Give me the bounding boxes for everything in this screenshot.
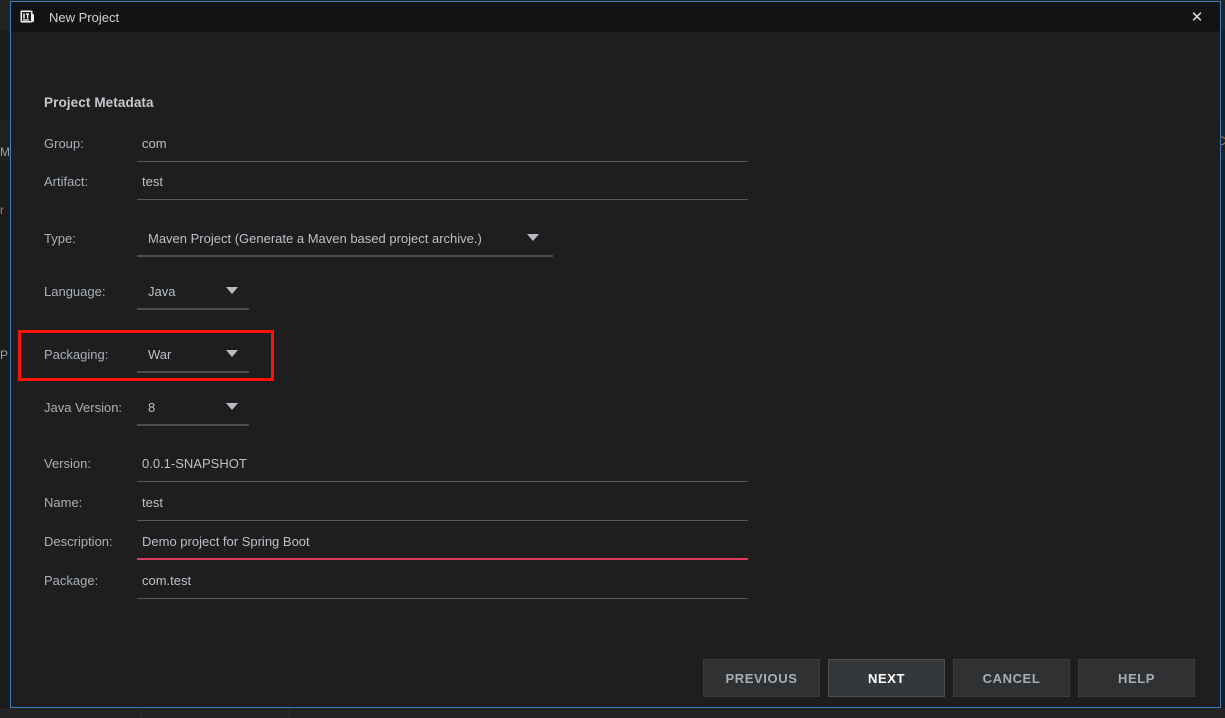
description-underline [137, 558, 748, 560]
next-button[interactable]: NEXT [828, 659, 945, 697]
group-row: Group: com [11, 127, 1220, 165]
packaging-select[interactable]: War [148, 347, 171, 362]
java-version-label: Java Version: [44, 400, 123, 415]
version-underline [137, 481, 748, 482]
dialog-button-bar: PREVIOUS NEXT CANCEL HELP [11, 659, 1220, 697]
type-row: Type: Maven Project (Generate a Maven bas… [11, 222, 1220, 260]
page-title: Project Metadata [44, 95, 154, 110]
package-row: Package: com.test [11, 564, 1220, 602]
packaging-row: Packaging: War [11, 338, 1220, 376]
artifact-input[interactable]: test [142, 174, 163, 189]
background-status-divider-1 [141, 708, 142, 718]
new-project-dialog: New Project ✕ Project Metadata Group: com… [10, 1, 1221, 708]
artifact-row: Artifact: test [11, 165, 1220, 203]
description-input[interactable]: Demo project for Spring Boot [142, 534, 310, 549]
name-row: Name: test [11, 486, 1220, 524]
package-underline [137, 598, 748, 599]
background-text-fragment: P [0, 348, 9, 362]
group-underline [137, 161, 748, 162]
dialog-titlebar: New Project ✕ [11, 2, 1220, 32]
packaging-underline [137, 371, 249, 373]
language-underline [137, 308, 249, 310]
package-label: Package: [44, 573, 99, 588]
version-row: Version: 0.0.1-SNAPSHOT [11, 447, 1220, 485]
artifact-label: Artifact: [44, 174, 89, 189]
group-input[interactable]: com [142, 136, 167, 151]
chevron-down-icon[interactable] [527, 234, 539, 241]
package-input[interactable]: com.test [142, 573, 191, 588]
java-version-underline [137, 424, 249, 426]
close-icon[interactable]: ✕ [1174, 2, 1220, 32]
group-label: Group: [44, 136, 84, 151]
cancel-button[interactable]: CANCEL [953, 659, 1070, 697]
background-status-bar [0, 708, 1225, 718]
dialog-title: New Project [49, 9, 120, 25]
artifact-underline [137, 199, 748, 200]
background-text-fragment: r [0, 203, 4, 217]
version-label: Version: [44, 456, 91, 471]
background-text-fragment: M [0, 145, 10, 159]
language-select[interactable]: Java [148, 284, 175, 299]
version-input[interactable]: 0.0.1-SNAPSHOT [142, 456, 247, 471]
help-button[interactable]: HELP [1078, 659, 1195, 697]
type-select[interactable]: Maven Project (Generate a Maven based pr… [148, 231, 482, 246]
language-label: Language: [44, 284, 106, 299]
description-row: Description: Demo project for Spring Boot [11, 525, 1220, 563]
chevron-down-icon[interactable] [226, 403, 238, 410]
name-underline [137, 520, 748, 521]
background-status-divider-2 [289, 708, 290, 718]
java-version-select[interactable]: 8 [148, 400, 155, 415]
intellij-idea-icon [19, 9, 35, 25]
previous-button[interactable]: PREVIOUS [703, 659, 820, 697]
java-version-row: Java Version: 8 [11, 391, 1220, 429]
packaging-label: Packaging: [44, 347, 109, 362]
dialog-body: Project Metadata Group: com Artifact: test T… [11, 32, 1220, 707]
name-input[interactable]: test [142, 495, 163, 510]
chevron-down-icon[interactable] [226, 350, 238, 357]
chevron-down-icon[interactable] [226, 287, 238, 294]
type-label: Type: [44, 231, 76, 246]
description-label: Description: [44, 534, 113, 549]
language-row: Language: Java [11, 275, 1220, 313]
type-underline [137, 255, 553, 257]
name-label: Name: [44, 495, 83, 510]
